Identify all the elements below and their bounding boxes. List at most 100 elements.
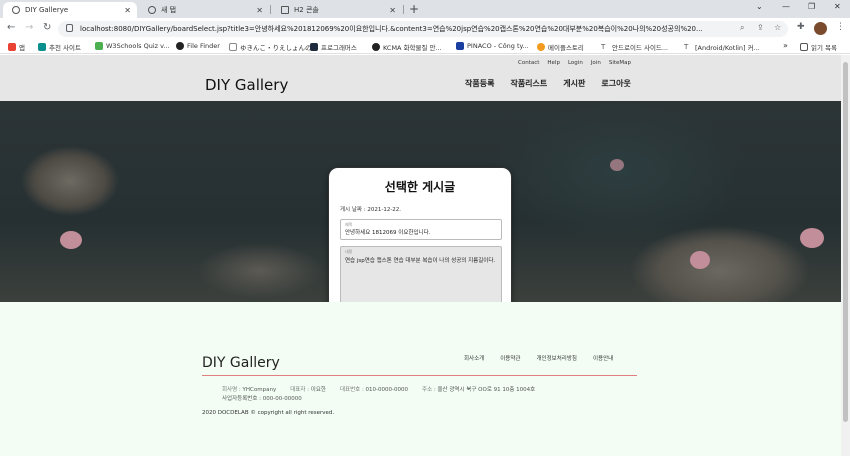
- github-icon: [176, 42, 184, 50]
- bookmark-item[interactable]: 추천 사이트: [38, 42, 81, 52]
- address-info: 주소 : 울산 광역시 북구 OO로 91 10층 1004호: [422, 385, 535, 393]
- tab-label: 새 탭: [161, 6, 177, 14]
- bookmark-item[interactable]: KCMA 화학물질 안...: [372, 42, 442, 52]
- footer-link-about[interactable]: 회사소개: [464, 354, 484, 362]
- text-icon: T: [601, 43, 606, 51]
- site-header: Contact Help Login Join SiteMap DIY Gall…: [0, 55, 841, 101]
- footer-link-guide[interactable]: 이용안내: [593, 354, 613, 362]
- tab-diy-gallery[interactable]: DIY Gallerye ✕: [3, 2, 137, 18]
- reading-list-button[interactable]: 읽기 목록: [800, 42, 837, 52]
- close-tab-icon[interactable]: ✕: [389, 6, 396, 15]
- nav-login-link[interactable]: Login: [568, 60, 583, 66]
- bing-icon: [38, 43, 46, 51]
- tab-new-tab[interactable]: 새 탭 ✕: [139, 2, 269, 18]
- web-page: Contact Help Login Join SiteMap DIY Gall…: [0, 55, 841, 456]
- ceo-info: 대표자 : 이요한: [290, 385, 326, 393]
- hero-background-image: 선택한 게시글 게시 날짜 : 2021-12-22. 제목 안녕하세요 181…: [0, 101, 841, 339]
- more-bookmarks-button[interactable]: »: [783, 41, 788, 50]
- bookmark-item[interactable]: 프로그래머스: [310, 42, 357, 52]
- bookmark-item[interactable]: T [Android/Kotlin] 커...: [684, 42, 760, 52]
- company-label: 회사명 :: [222, 387, 241, 393]
- bookmark-item[interactable]: 메이플스토리: [537, 42, 584, 52]
- nav-contact-link[interactable]: Contact: [518, 60, 539, 66]
- bookmark-star-icon[interactable]: ☆: [774, 23, 781, 32]
- address-text: 울산 광역시 북구 OO로 91 10층 1004호: [437, 387, 536, 393]
- main-nav: 작품등록 작품리스트 게시판 로그아웃: [465, 78, 631, 89]
- close-tab-icon[interactable]: ✕: [256, 6, 263, 15]
- restore-icon[interactable]: ❐: [808, 2, 815, 11]
- nav-logout[interactable]: 로그아웃: [601, 78, 630, 89]
- bookmark-item[interactable]: File Finder: [176, 42, 220, 50]
- ceo-name: 이요한: [310, 387, 326, 393]
- window-close-icon[interactable]: ✕: [834, 2, 841, 11]
- business-number: 사업자등록번호 : 000-00-00000: [222, 396, 302, 402]
- bookmark-item[interactable]: ゆきんこ・りえしょんの...: [229, 42, 318, 52]
- text-icon: T: [684, 43, 689, 51]
- profile-avatar[interactable]: [814, 22, 827, 35]
- tab-divider: [403, 5, 404, 14]
- address-bar[interactable]: localhost:8080/DIYGallery/boardSelect.js…: [58, 21, 788, 37]
- footer-company-info: 회사명 : YHCompany 대표자 : 이요한 대표번호 : 010-000…: [222, 385, 535, 393]
- content-field-value: 연습 jsp연습 캡스톤 연습 대부분 복습이 나의 성공의 지름길이다.: [345, 258, 496, 264]
- w3schools-icon: [95, 42, 103, 50]
- tab-h2-console[interactable]: H2 콘솔 ✕: [272, 2, 402, 18]
- menu-icon[interactable]: ⋮: [836, 22, 845, 32]
- tab-divider: [270, 5, 271, 14]
- browser-tab-bar: DIY Gallerye ✕ 새 탭 ✕ H2 콘솔 ✕ + ⌄ — ❐ ✕: [0, 0, 850, 18]
- nav-work-list[interactable]: 작품리스트: [510, 78, 547, 89]
- footer-divider: [202, 375, 637, 376]
- site-footer: DIY Gallery 회사소개 이용약관 개인정보처리방침 이용안내 회사명 …: [0, 302, 841, 456]
- footer-nav: 회사소개 이용약관 개인정보처리방침 이용안내: [464, 354, 613, 362]
- copyright-text: 2020 DOCDELAB © copyright all right rese…: [202, 410, 335, 416]
- bookmark-item[interactable]: 앱: [8, 42, 25, 52]
- kcma-icon: [372, 43, 380, 51]
- ceo-label: 대표자 :: [290, 387, 310, 393]
- zoom-icon[interactable]: ⌕: [740, 23, 744, 33]
- new-tab-button[interactable]: +: [409, 2, 419, 16]
- globe-icon: [148, 6, 156, 14]
- reading-list-icon: [800, 43, 808, 51]
- utility-nav: Contact Help Login Join SiteMap: [518, 60, 631, 66]
- bookmark-item[interactable]: PINACO - Công ty...: [456, 42, 529, 50]
- post-date: 게시 날짜 : 2021-12-22.: [340, 207, 402, 213]
- browser-toolbar: ← → ↻ localhost:8080/DIYGallery/boardSel…: [0, 18, 850, 40]
- pink-knot-decoration: [60, 231, 82, 249]
- reload-icon[interactable]: ↻: [43, 22, 51, 33]
- footer-link-terms[interactable]: 이용약관: [500, 354, 520, 362]
- site-logo[interactable]: DIY Gallery: [205, 76, 288, 94]
- close-tab-icon[interactable]: ✕: [124, 6, 131, 15]
- footer-link-privacy[interactable]: 개인정보처리방침: [537, 354, 577, 362]
- minimize-icon[interactable]: —: [782, 2, 790, 11]
- title-field[interactable]: 제목 안녕하세요 1812069 이요한입니다.: [340, 219, 502, 240]
- maple-icon: [537, 43, 545, 51]
- share-icon[interactable]: ⇪: [757, 23, 764, 32]
- phone-label: 대표번호 :: [339, 387, 364, 393]
- pink-knot-decoration: [800, 228, 824, 248]
- address-label: 주소 :: [422, 387, 436, 393]
- phone-number: 010-0000-0000: [365, 387, 409, 393]
- company-name: YHCompany: [242, 387, 277, 393]
- nav-help-link[interactable]: Help: [547, 60, 560, 66]
- nav-board[interactable]: 게시판: [563, 78, 585, 89]
- company-info: 회사명 : YHCompany: [222, 385, 276, 393]
- title-field-value: 안녕하세요 1812069 이요한입니다.: [345, 230, 431, 236]
- scrollbar-thumb[interactable]: [843, 62, 848, 422]
- page-icon: [229, 43, 237, 51]
- phone-info: 대표번호 : 010-0000-0000: [340, 385, 408, 393]
- globe-icon: [12, 6, 20, 14]
- bookmarks-bar: 앱 추천 사이트 W3Schools Quiz v... File Finder…: [0, 40, 850, 54]
- programmers-icon: [310, 43, 318, 51]
- nav-register-work[interactable]: 작품등록: [465, 78, 494, 89]
- pinaco-icon: [456, 42, 464, 50]
- nav-join-link[interactable]: Join: [591, 60, 601, 66]
- url-text: localhost:8080/DIYGallery/boardSelect.js…: [80, 25, 703, 33]
- bookmark-item[interactable]: T 안드로이드 사이드...: [601, 42, 668, 52]
- tab-label: H2 콘솔: [294, 6, 319, 14]
- back-icon[interactable]: ←: [7, 22, 15, 33]
- tab-search-icon[interactable]: ⌄: [756, 2, 763, 11]
- nav-sitemap-link[interactable]: SiteMap: [609, 60, 631, 66]
- extensions-icon[interactable]: ✚: [797, 22, 805, 32]
- site-info-icon[interactable]: [66, 24, 73, 32]
- bookmark-item[interactable]: W3Schools Quiz v...: [95, 42, 170, 50]
- forward-icon[interactable]: →: [25, 22, 33, 33]
